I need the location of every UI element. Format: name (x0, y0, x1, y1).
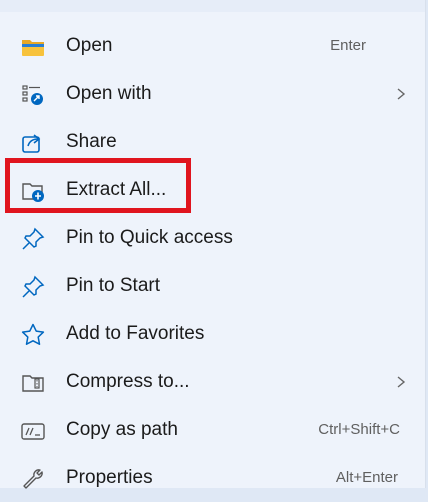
star-icon (20, 322, 46, 348)
folder-icon (20, 34, 46, 60)
menu-item-label: Pin to Start (66, 275, 160, 296)
menu-item-pin-quick-access[interactable]: Pin to Quick access (0, 214, 426, 262)
menu-top-edge (0, 0, 425, 12)
pin-icon (20, 226, 46, 252)
highlight-box (5, 158, 191, 213)
share-icon (20, 130, 46, 156)
menu-item-add-favorites[interactable]: Add to Favorites (0, 310, 426, 358)
menu-item-compress-to[interactable]: Compress to... (0, 358, 426, 406)
menu-item-label: Compress to... (66, 371, 190, 392)
context-menu: Open Enter Open with Share Extract All..… (0, 0, 426, 489)
menu-item-label: Open (66, 35, 113, 56)
menu-item-label: Open with (66, 83, 152, 104)
menu-item-open[interactable]: Open Enter (0, 22, 426, 70)
menu-item-label: Copy as path (66, 419, 178, 440)
menu-item-label: Properties (66, 467, 153, 488)
wrench-icon (20, 466, 46, 492)
menu-item-pin-start[interactable]: Pin to Start (0, 262, 426, 310)
open-with-icon (20, 82, 46, 108)
shortcut-text: Enter (330, 37, 366, 54)
menu-item-copy-as-path[interactable]: Copy as path Ctrl+Shift+C (0, 406, 426, 454)
menu-item-label: Add to Favorites (66, 323, 205, 344)
zip-icon (20, 370, 46, 396)
chevron-right-icon (394, 375, 408, 389)
chevron-right-icon (394, 87, 408, 101)
menu-item-label: Pin to Quick access (66, 227, 233, 248)
menu-item-open-with[interactable]: Open with (0, 70, 426, 118)
shortcut-text: Ctrl+Shift+C (318, 421, 400, 438)
pin-icon (20, 274, 46, 300)
shortcut-text: Alt+Enter (335, 469, 398, 486)
menu-item-properties[interactable]: Properties Alt+Enter (0, 454, 426, 502)
path-icon (20, 418, 46, 444)
